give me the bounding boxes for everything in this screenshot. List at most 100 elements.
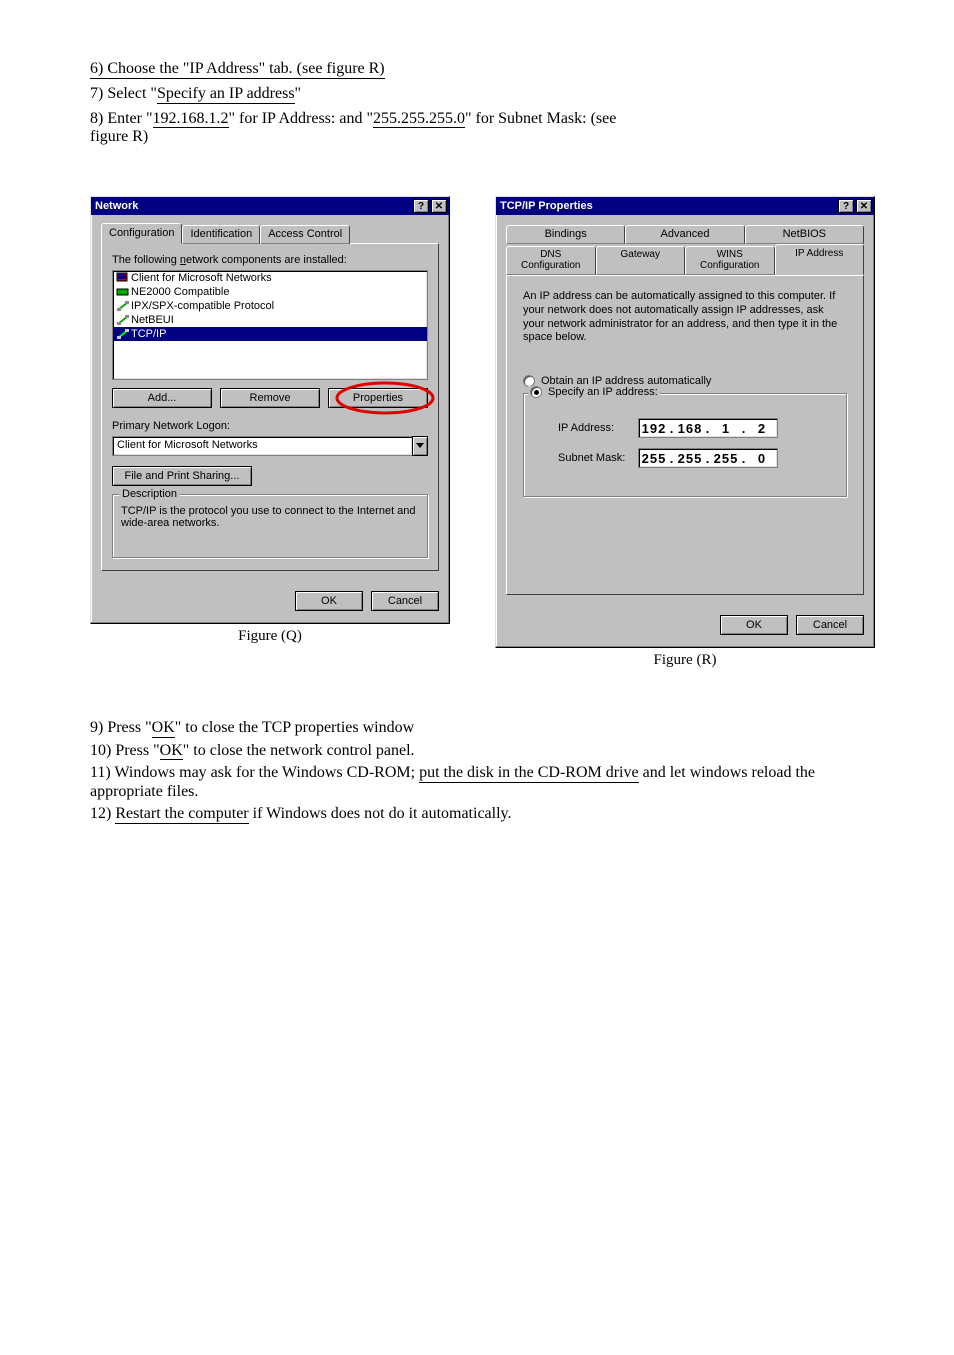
primary-logon-select[interactable]: Client for Microsoft Networks (112, 436, 428, 456)
step-12: 12) Restart the computer if Windows does… (90, 805, 874, 824)
tcpip-dialog: TCP/IP Properties ? ✕ Bindings Advanced … (495, 196, 875, 648)
step-6: 6) Choose the "IP Address" tab. (see fig… (90, 60, 874, 79)
tcpip-title: TCP/IP Properties (500, 200, 836, 212)
list-item-label: Client for Microsoft Networks (131, 272, 272, 284)
description-title: Description (119, 488, 180, 500)
list-item[interactable]: IPX/SPX-compatible Protocol (113, 299, 427, 313)
ip-seg: 255 (711, 451, 741, 466)
components-listbox[interactable]: Client for Microsoft Networks NE2000 Com… (112, 270, 428, 380)
step-9-u: OK (152, 719, 175, 738)
close-button[interactable]: ✕ (431, 199, 447, 213)
help-button[interactable]: ? (413, 199, 429, 213)
step-8-suffix: " for Subnet Mask: (see (465, 110, 616, 127)
step-11: 11) Windows may ask for the Windows CD-R… (90, 764, 874, 801)
figure-r: TCP/IP Properties ? ✕ Bindings Advanced … (495, 196, 875, 669)
step-7-a: 7) Select " (90, 85, 157, 102)
tab-bindings[interactable]: Bindings (506, 225, 625, 244)
network-titlebar: Network ? ✕ (91, 197, 449, 215)
tab-wins[interactable]: WINS Configuration (685, 246, 775, 275)
close-button[interactable]: ✕ (856, 199, 872, 213)
list-item-label: NetBEUI (131, 314, 174, 326)
ip-seg: 255 (639, 451, 669, 466)
step-12-u: Restart the computer (115, 805, 248, 824)
ip-address-label: IP Address: (558, 422, 638, 434)
tab-access-control[interactable]: Access Control (260, 225, 350, 244)
ip-address-input[interactable]: 192. 168. 1. 2 (638, 418, 778, 438)
step-7: 7) Select "Specify an IP address" (90, 85, 874, 104)
ip-seg: 255 (675, 451, 705, 466)
cancel-button[interactable]: Cancel (371, 591, 439, 611)
tab-configuration[interactable]: Configuration (101, 223, 182, 244)
list-item[interactable]: NetBEUI (113, 313, 427, 327)
step-10-u: OK (160, 742, 183, 761)
step-11-u: put the disk in the CD-ROM drive (419, 764, 639, 783)
step-9-a: 9) Press " (90, 719, 152, 736)
network-title: Network (95, 200, 411, 212)
figure-q-caption: Figure (Q) (90, 628, 450, 645)
description-groupbox: Description TCP/IP is the protocol you u… (112, 494, 428, 558)
step-12-a: 12) (90, 805, 115, 822)
list-item[interactable]: NE2000 Compatible (113, 285, 427, 299)
remove-button[interactable]: Remove (220, 388, 320, 408)
step-8-a: 8) Enter " (90, 110, 153, 127)
tab-gateway[interactable]: Gateway (596, 246, 686, 275)
network-dialog: Network ? ✕ Configuration Identification… (90, 196, 450, 624)
adapter-icon (115, 286, 131, 298)
step-7-b: " (295, 85, 302, 102)
step-10: 10) Press "OK" to close the network cont… (90, 742, 874, 761)
step-9: 9) Press "OK" to close the TCP propertie… (90, 719, 874, 738)
subnet-mask-input[interactable]: 255. 255. 255. 0 (638, 448, 778, 468)
ip-seg: 0 (747, 451, 777, 466)
ip-seg: 192 (639, 421, 669, 436)
file-print-sharing-button[interactable]: File and Print Sharing... (112, 466, 252, 486)
step-10-b: " to close the network control panel. (183, 742, 415, 759)
step-11-a: 11) Windows may ask for the Windows CD-R… (90, 764, 419, 781)
figure-q: Network ? ✕ Configuration Identification… (90, 196, 450, 645)
step-8-mask: 255.255.255.0 (373, 110, 465, 129)
list-item-label: IPX/SPX-compatible Protocol (131, 300, 274, 312)
primary-logon-value: Client for Microsoft Networks (112, 436, 412, 456)
step-7-underlined: Specify an IP address (157, 85, 295, 104)
step-12-b: if Windows does not do it automatically. (249, 805, 512, 822)
add-button[interactable]: Add... (112, 388, 212, 408)
step-8-mid: " for IP Address: and " (229, 110, 373, 127)
ok-button[interactable]: OK (720, 615, 788, 635)
description-text: TCP/IP is the protocol you use to connec… (121, 505, 419, 529)
tab-ip-address[interactable]: IP Address (775, 244, 865, 275)
primary-logon-label: Primary Network Logon: (112, 420, 428, 432)
dropdown-arrow-icon[interactable] (412, 436, 428, 456)
step-8-ip: 192.168.1.2 (153, 110, 229, 129)
tab-dns[interactable]: DNS Configuration (506, 246, 596, 275)
client-icon (115, 272, 131, 284)
list-item-label: TCP/IP (131, 328, 166, 340)
step-6-text: 6) Choose the "IP Address" tab. (see fig… (90, 60, 385, 79)
properties-button[interactable]: Properties (328, 388, 428, 408)
ok-button[interactable]: OK (295, 591, 363, 611)
step-8: 8) Enter "192.168.1.2" for IP Address: a… (90, 110, 874, 147)
help-button[interactable]: ? (838, 199, 854, 213)
ip-seg: 2 (747, 421, 777, 436)
protocol-icon (115, 300, 131, 312)
protocol-icon (115, 328, 131, 340)
protocol-icon (115, 314, 131, 326)
tab-advanced[interactable]: Advanced (625, 225, 744, 244)
components-label-a: The following (112, 254, 180, 266)
components-label: The following network components are ins… (112, 254, 428, 266)
ip-seg: 1 (711, 421, 741, 436)
list-item[interactable]: TCP/IP (113, 327, 427, 341)
ip-seg: 168 (675, 421, 705, 436)
list-item-label: NE2000 Compatible (131, 286, 229, 298)
step-10-a: 10) Press " (90, 742, 160, 759)
list-item[interactable]: Client for Microsoft Networks (113, 271, 427, 285)
tcpip-info-text: An IP address can be automatically assig… (523, 290, 847, 345)
radio-specify-label[interactable]: Specify an IP address: (548, 386, 658, 398)
step-8-tail: figure R) (90, 128, 874, 146)
components-label-b: etwork components are installed: (186, 254, 347, 266)
tcpip-titlebar: TCP/IP Properties ? ✕ (496, 197, 874, 215)
tab-identification[interactable]: Identification (182, 225, 260, 244)
step-9-b: " to close the TCP properties window (175, 719, 414, 736)
cancel-button[interactable]: Cancel (796, 615, 864, 635)
radio-icon (530, 386, 542, 398)
subnet-mask-label: Subnet Mask: (558, 452, 638, 464)
tab-netbios[interactable]: NetBIOS (745, 225, 864, 244)
